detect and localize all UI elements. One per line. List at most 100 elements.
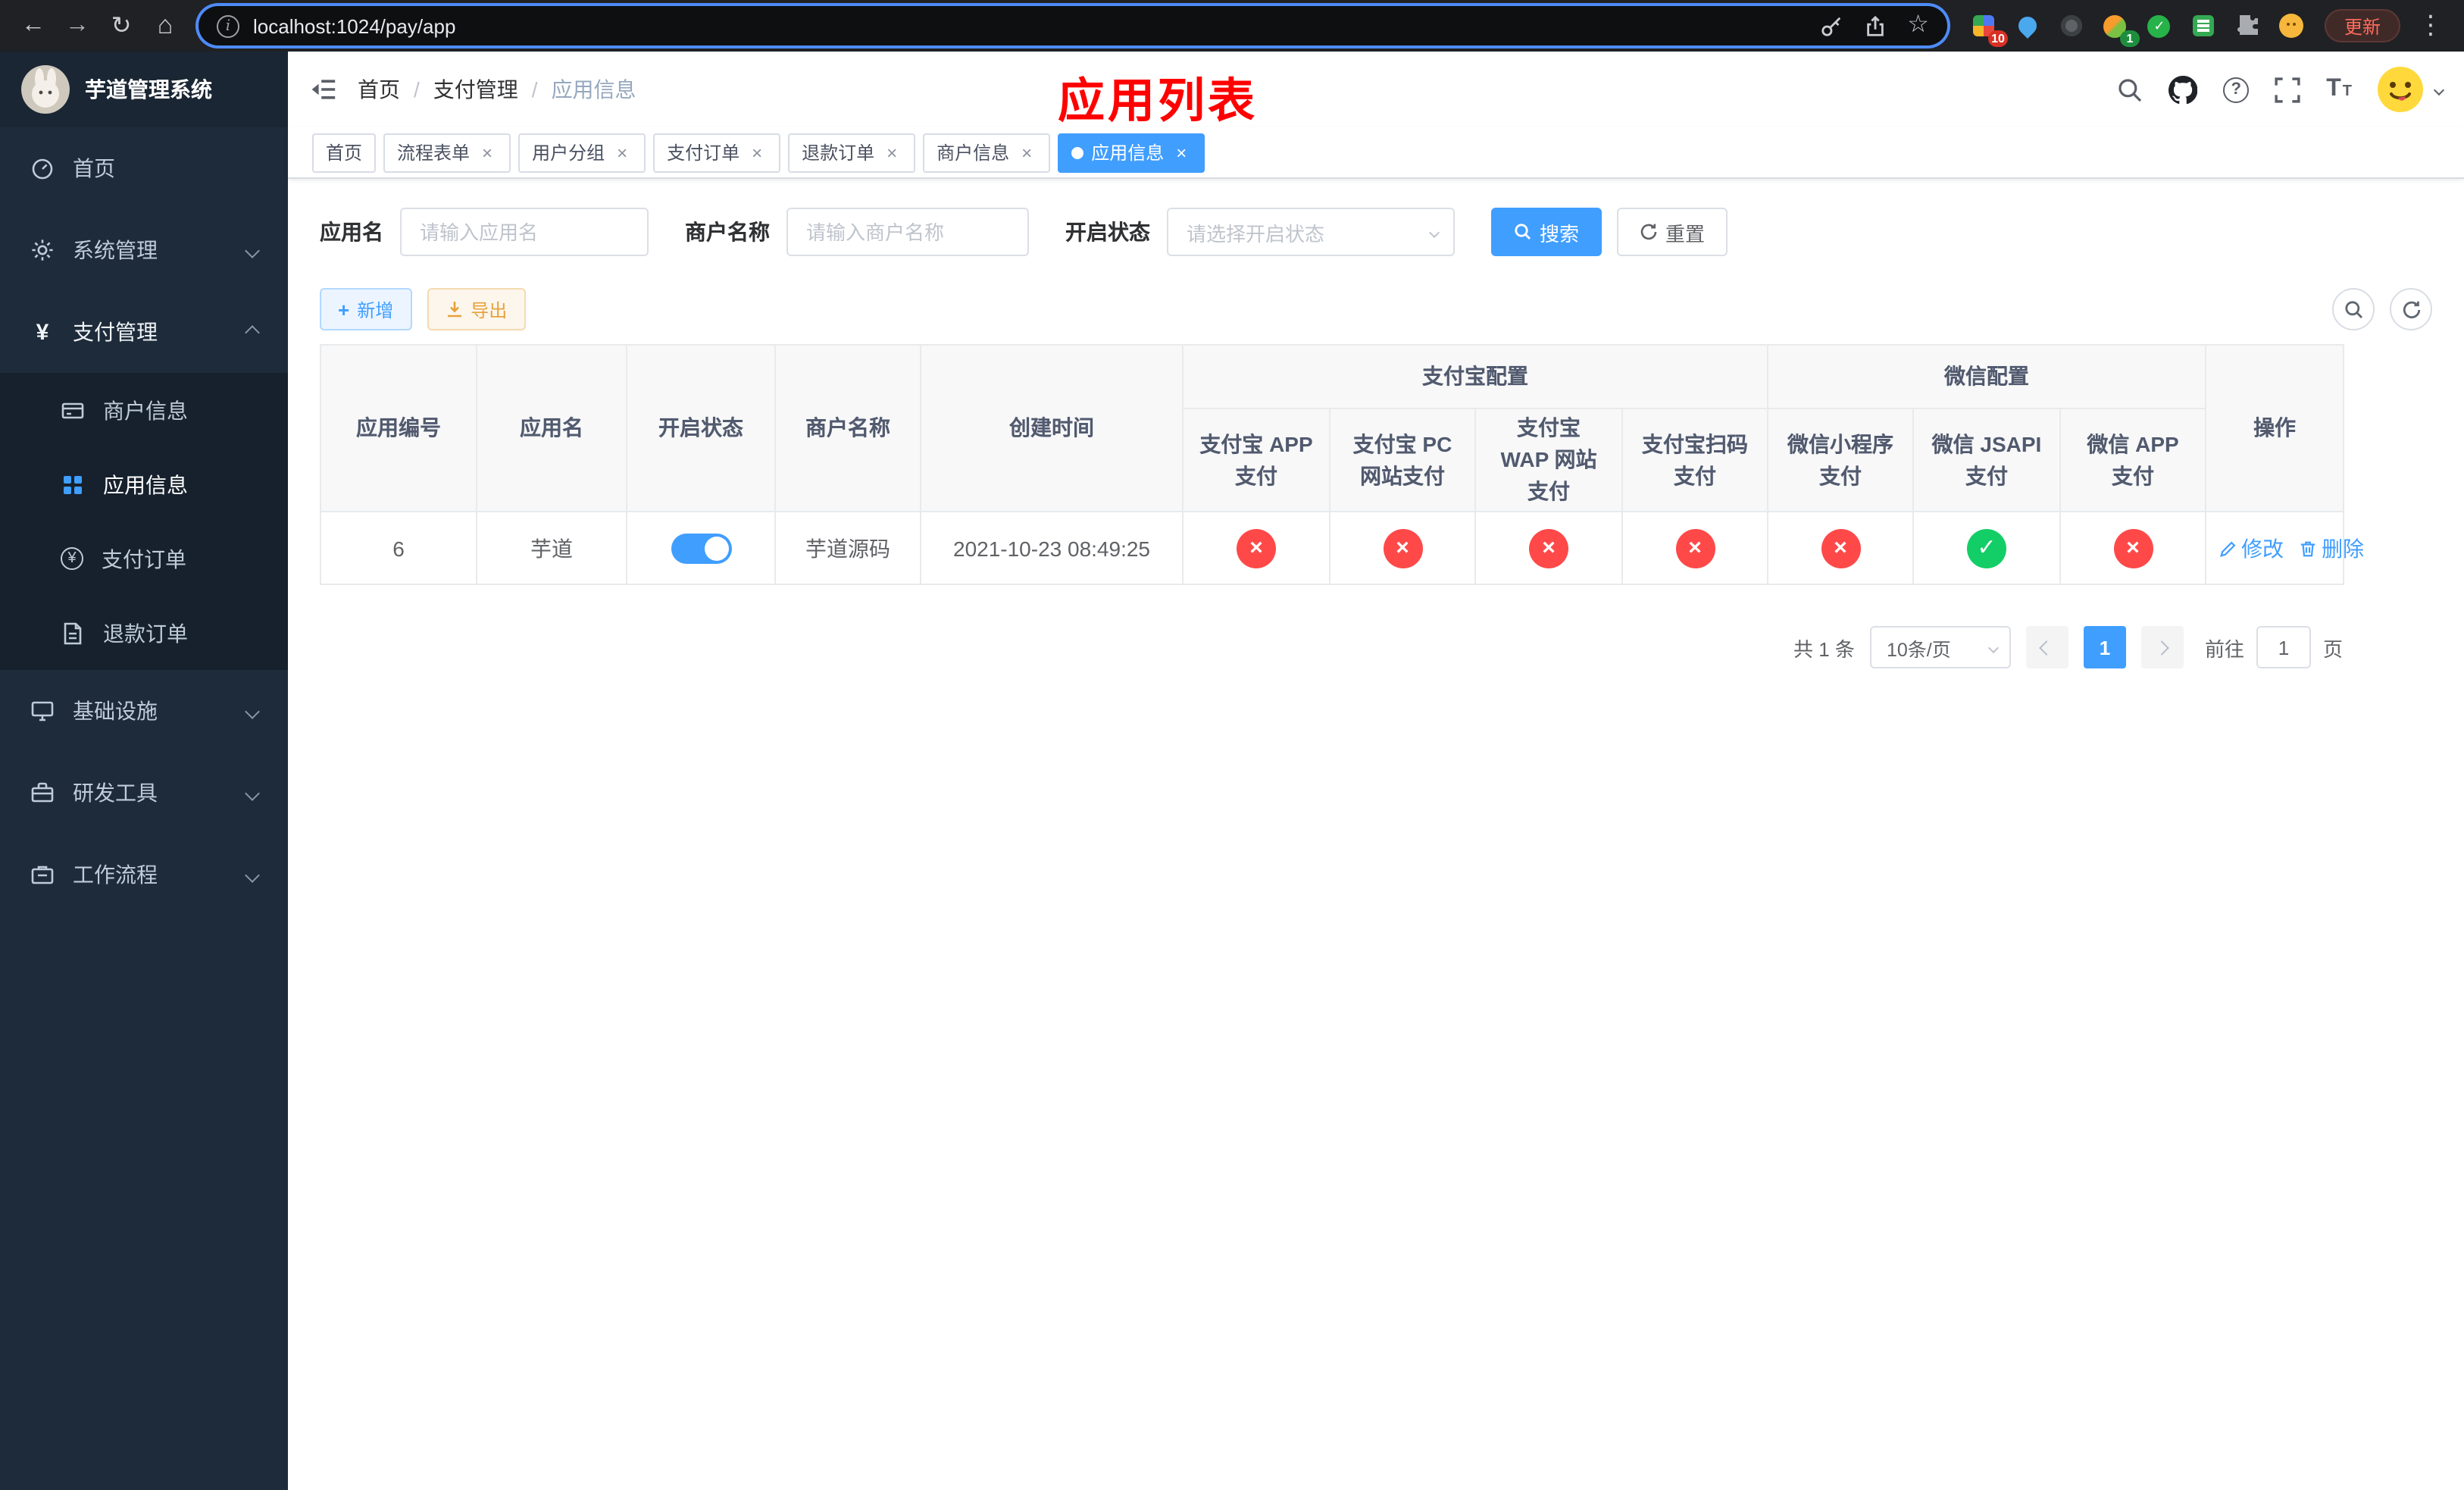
toggle-search-button[interactable] — [2332, 288, 2375, 330]
tag-merchant-info[interactable]: 商户信息 — [923, 133, 1051, 172]
chevron-down-icon — [245, 243, 260, 258]
table-toolbar: 新增 导出 — [320, 288, 2432, 330]
help-icon[interactable] — [2223, 77, 2250, 102]
browser-menu-icon[interactable] — [2409, 5, 2452, 47]
sidebar-item-dev-tools[interactable]: 研发工具 — [0, 752, 288, 834]
goto-page-input[interactable] — [2256, 626, 2311, 668]
extensions-menu-icon[interactable] — [2232, 11, 2262, 41]
browser-home-icon[interactable] — [144, 5, 186, 47]
tag-label: 商户信息 — [937, 142, 1010, 164]
breadcrumb-payment[interactable]: 支付管理 — [433, 74, 552, 105]
app-logo[interactable]: 芋道管理系统 — [0, 52, 288, 127]
refresh-icon — [2402, 300, 2420, 318]
sidebar-item-app-info[interactable]: 应用信息 — [0, 447, 288, 521]
add-button-label: 新增 — [357, 299, 394, 321]
status-select-placeholder: 请选择开启状态 — [1187, 222, 1325, 245]
tag-app-info[interactable]: 应用信息 — [1058, 133, 1205, 172]
created-cell: 2021-10-23 08:49:25 — [920, 511, 1184, 585]
wx-app-status-icon: × — [2113, 528, 2153, 568]
logo-avatar — [21, 65, 70, 114]
extension-drop-icon[interactable] — [2012, 11, 2043, 41]
delete-link[interactable]: 删除 — [2299, 533, 2364, 563]
sidebar-item-refund-orders[interactable]: 退款订单 — [0, 596, 288, 670]
url-bar[interactable]: localhost:1024/pay/app — [199, 6, 1947, 45]
breadcrumb-home[interactable]: 首页 — [358, 74, 433, 105]
extension-notes-icon[interactable] — [2188, 11, 2219, 41]
tag-process-form[interactable]: 流程表单 — [383, 133, 511, 172]
menu-label: 商户信息 — [103, 398, 188, 422]
page-size-select[interactable]: 10条/页 — [1869, 626, 2011, 668]
extension-dark-icon[interactable] — [2056, 11, 2087, 41]
extension-avatar-icon[interactable]: 1 — [2100, 11, 2140, 47]
font-size-icon[interactable] — [2326, 76, 2352, 103]
site-info-icon[interactable] — [217, 14, 239, 37]
reset-button-label: 重置 — [1665, 222, 1706, 245]
toolbox-icon — [31, 782, 54, 803]
sidebar-item-merchant-info[interactable]: 商户信息 — [0, 373, 288, 447]
col-header-alipay-wap: 支付宝 WAP 网站支付 — [1474, 408, 1623, 512]
tag-close-icon[interactable] — [1017, 142, 1037, 162]
export-button[interactable]: 导出 — [427, 288, 526, 330]
tag-label: 流程表单 — [397, 142, 471, 164]
credit-card-icon — [61, 402, 84, 418]
refresh-button[interactable] — [2390, 288, 2432, 330]
actions-cell: 修改 删除 — [2205, 511, 2364, 585]
reset-button[interactable]: 重置 — [1617, 208, 1728, 256]
share-icon[interactable] — [1863, 14, 1886, 37]
github-icon[interactable] — [2169, 75, 2198, 104]
search-icon — [1515, 224, 1531, 239]
tag-home[interactable]: 首页 — [312, 133, 377, 172]
bookmark-star-icon[interactable] — [1907, 14, 1929, 38]
fullscreen-icon[interactable] — [2275, 77, 2300, 102]
user-menu[interactable] — [2378, 67, 2445, 112]
merchant-name-input[interactable] — [786, 208, 1029, 256]
tag-user-group[interactable]: 用户分组 — [518, 133, 646, 172]
tag-close-icon[interactable] — [747, 142, 767, 162]
next-page-button[interactable] — [2140, 626, 2184, 668]
sidebar-item-infrastructure[interactable]: 基础设施 — [0, 670, 288, 752]
edit-link[interactable]: 修改 — [2219, 533, 2284, 563]
tag-close-icon[interactable] — [477, 142, 497, 162]
menu-label: 支付订单 — [102, 546, 186, 571]
search-button[interactable]: 搜索 — [1491, 208, 1603, 256]
browser-back-icon[interactable] — [12, 5, 55, 47]
tag-label: 应用信息 — [1091, 142, 1165, 164]
sidebar-item-system[interactable]: 系统管理 — [0, 209, 288, 291]
browser-forward-icon[interactable] — [56, 5, 98, 47]
wx-jsapi-cell: ✓ — [1912, 511, 2061, 585]
sidebar-item-workflow[interactable]: 工作流程 — [0, 834, 288, 916]
search-icon[interactable] — [2117, 77, 2143, 102]
add-button[interactable]: 新增 — [320, 288, 412, 330]
sidebar-toggle-button[interactable] — [288, 52, 358, 127]
sidebar-menu: 首页 系统管理 支付管理 商户信息 — [0, 127, 288, 916]
wx-mini-status-icon: × — [1821, 528, 1860, 568]
tag-close-icon[interactable] — [612, 142, 632, 162]
sidebar-item-payment-orders[interactable]: 支付订单 — [0, 521, 288, 596]
tags-view: 首页 流程表单 用户分组 支付订单 退款订单 商户信息 应用信息 — [288, 127, 2464, 179]
page-number-1[interactable]: 1 — [2083, 626, 2126, 668]
status-select[interactable]: 请选择开启状态 — [1167, 208, 1455, 256]
status-toggle[interactable] — [671, 533, 731, 563]
tag-refund-orders[interactable]: 退款订单 — [788, 133, 916, 172]
col-header-wx-app: 微信 APP 支付 — [2059, 408, 2207, 512]
toggle-knob — [704, 536, 728, 560]
tag-close-icon[interactable] — [882, 142, 902, 162]
app-name-input[interactable] — [400, 208, 649, 256]
dashboard-icon — [32, 158, 53, 180]
menu-label: 基础设施 — [73, 699, 158, 723]
sidebar-item-payment[interactable]: 支付管理 — [0, 291, 288, 373]
tag-payment-orders[interactable]: 支付订单 — [653, 133, 781, 172]
sidebar-item-home[interactable]: 首页 — [0, 127, 288, 209]
chevron-down-icon — [245, 785, 260, 800]
chrome-update-button[interactable]: 更新 — [2324, 9, 2400, 42]
browser-reload-icon[interactable] — [100, 5, 142, 47]
document-icon — [64, 621, 82, 644]
extension-green-icon[interactable] — [2144, 11, 2175, 41]
group-header-wechat: 微信配置 — [1766, 344, 2207, 409]
password-key-icon[interactable] — [1819, 14, 1842, 37]
tag-close-icon[interactable] — [1171, 142, 1191, 162]
prev-page-button[interactable] — [2025, 626, 2068, 668]
browser-profile-avatar[interactable] — [2276, 11, 2306, 41]
extension-grid-icon[interactable]: 10 — [1968, 11, 2008, 47]
chevron-down-icon — [245, 867, 260, 882]
